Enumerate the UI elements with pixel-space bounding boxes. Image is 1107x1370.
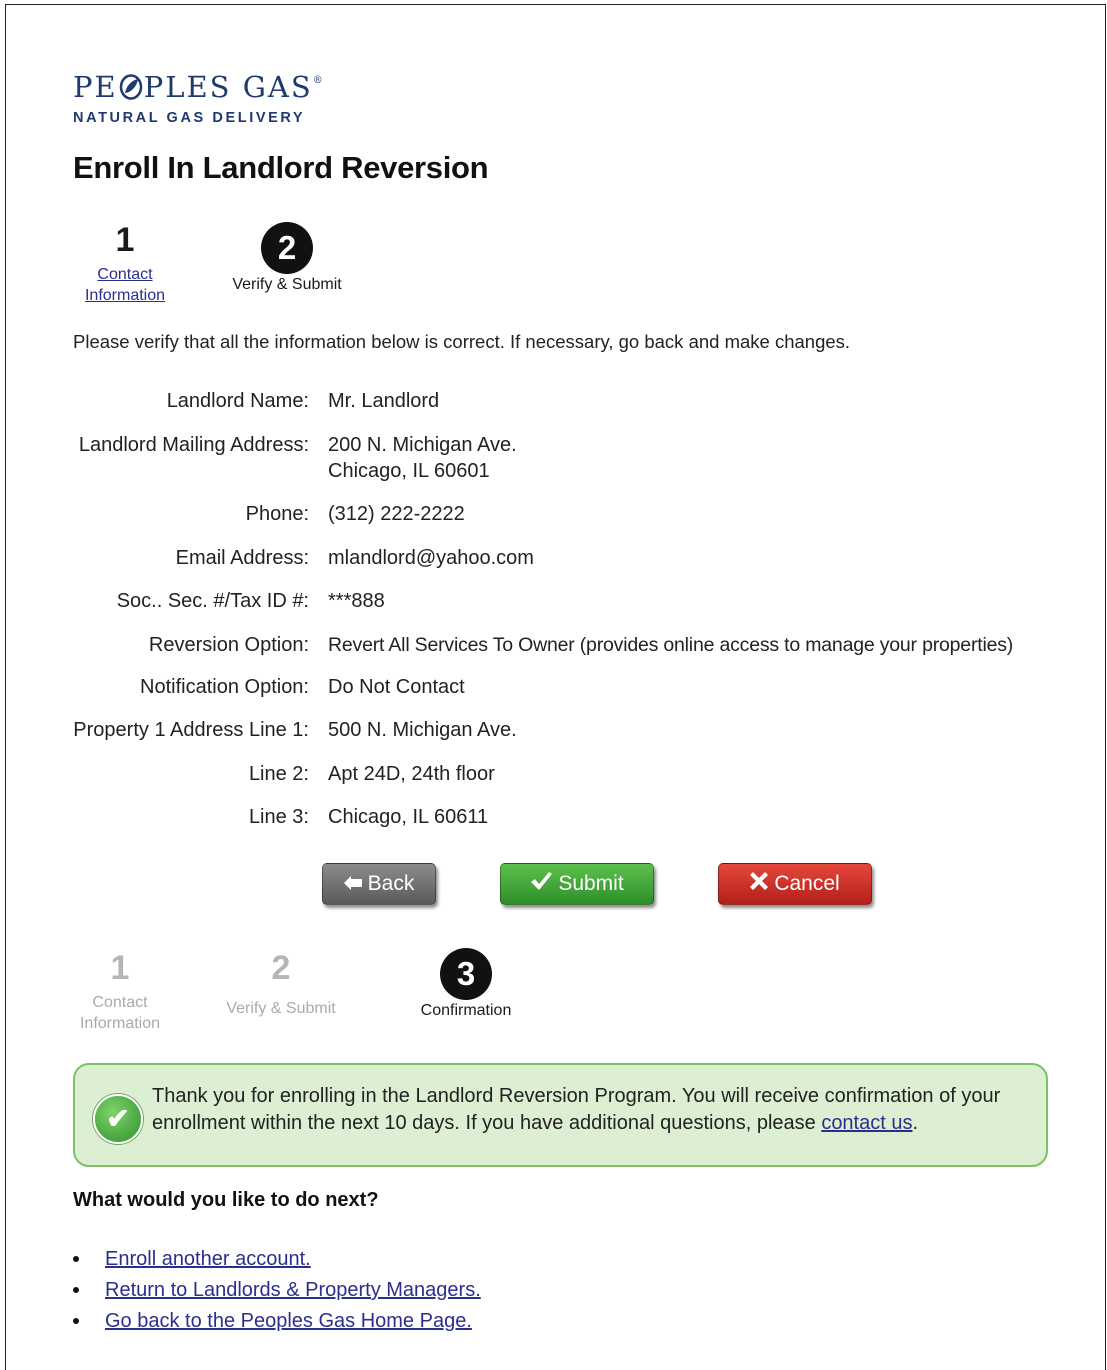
step-number-circle: 2: [261, 222, 313, 274]
enroll-another-link[interactable]: Enroll another account.: [105, 1248, 311, 1270]
field-value: Mr. Landlord: [328, 390, 440, 412]
field-value: Chicago, IL 60611: [328, 806, 489, 828]
step-3-confirmation-current: 3 Confirmation: [406, 948, 526, 1021]
list-item: Enroll another account.: [73, 1244, 481, 1275]
bullet-icon: [73, 1256, 79, 1262]
step-label: Contact Information: [79, 994, 161, 1032]
field-label: Email Address:: [175, 547, 309, 569]
field-value: mlandlord@yahoo.com: [328, 547, 534, 569]
field-value: Apt 24D, 24th floor: [328, 763, 495, 785]
flame-leaf-icon: [119, 74, 143, 105]
cancel-button-label: Cancel: [774, 872, 840, 895]
field-label: Property 1 Address Line 1:: [73, 719, 309, 741]
confirmation-text: Thank you for enrolling in the Landlord …: [152, 1085, 1001, 1134]
step-number-circle: 3: [440, 948, 492, 1000]
step-number: 1: [110, 949, 130, 987]
back-button[interactable]: Back: [322, 863, 436, 905]
step-1-contact-information[interactable]: 1 Contact Information: [73, 222, 177, 306]
submit-button-label: Submit: [558, 872, 624, 895]
field-value: Revert All Services To Owner (provides o…: [328, 634, 1014, 656]
next-steps-heading: What would you like to do next?: [73, 1189, 379, 1211]
list-item: Go back to the Peoples Gas Home Page.: [73, 1306, 481, 1337]
step-number: 1: [115, 221, 135, 259]
step-label: Verify & Submit: [232, 276, 342, 293]
return-landlords-link[interactable]: Return to Landlords & Property Managers.: [105, 1279, 481, 1301]
field-value: ***888: [328, 590, 385, 612]
field-value: 500 N. Michigan Ave.: [328, 719, 517, 741]
contact-us-link[interactable]: contact us: [821, 1112, 912, 1134]
logo-tagline: NATURAL GAS DELIVERY: [73, 110, 306, 126]
step-link-contact[interactable]: Contact Information: [85, 266, 165, 304]
field-value: Do Not Contact: [328, 676, 465, 698]
peoples-gas-logo[interactable]: PE PLES GAS® NATURAL GAS DELIVERY: [73, 66, 323, 126]
check-icon: [530, 871, 553, 897]
x-icon: [750, 872, 769, 896]
left-arrow-icon: [343, 872, 362, 896]
field-label: Notification Option:: [140, 676, 309, 698]
step-label: Verify & Submit: [226, 1000, 336, 1017]
confirmation-message: ✔ Thank you for enrolling in the Landlor…: [73, 1063, 1048, 1167]
step-2-verify-submit-done: 2 Verify & Submit: [214, 950, 348, 1019]
step-number: 2: [271, 949, 291, 987]
field-label: Landlord Mailing Address:: [78, 434, 309, 456]
instructions-text: Please verify that all the information b…: [73, 331, 851, 352]
field-value: (312) 222-2222: [328, 503, 465, 525]
cancel-button[interactable]: Cancel: [718, 863, 872, 905]
bullet-icon: [73, 1318, 79, 1324]
home-page-link[interactable]: Go back to the Peoples Gas Home Page.: [105, 1310, 472, 1332]
logo-wordmark: PE PLES GAS®: [73, 70, 323, 105]
field-label: Soc.. Sec. #/Tax ID #:: [116, 590, 309, 612]
field-label: Line 3:: [248, 806, 309, 828]
field-label: Landlord Name:: [166, 390, 309, 412]
list-item: Return to Landlords & Property Managers.: [73, 1275, 481, 1306]
step-label: Confirmation: [420, 1002, 512, 1019]
bullet-icon: [73, 1287, 79, 1293]
field-label: Reversion Option:: [148, 634, 309, 656]
next-steps-list: Enroll another account. Return to Landlo…: [73, 1244, 481, 1337]
step-1-contact-information-done: 1 Contact Information: [68, 950, 172, 1034]
field-label: Line 2:: [248, 763, 309, 785]
field-value: 200 N. Michigan Ave. Chicago, IL 60601: [328, 434, 517, 482]
field-label: Phone:: [245, 503, 309, 525]
step-2-verify-submit-current: 2 Verify & Submit: [220, 222, 354, 295]
back-button-label: Back: [367, 872, 415, 895]
page-title: Enroll In Landlord Reversion: [73, 150, 489, 185]
submit-button[interactable]: Submit: [500, 863, 654, 905]
success-check-icon: ✔: [93, 1094, 143, 1144]
